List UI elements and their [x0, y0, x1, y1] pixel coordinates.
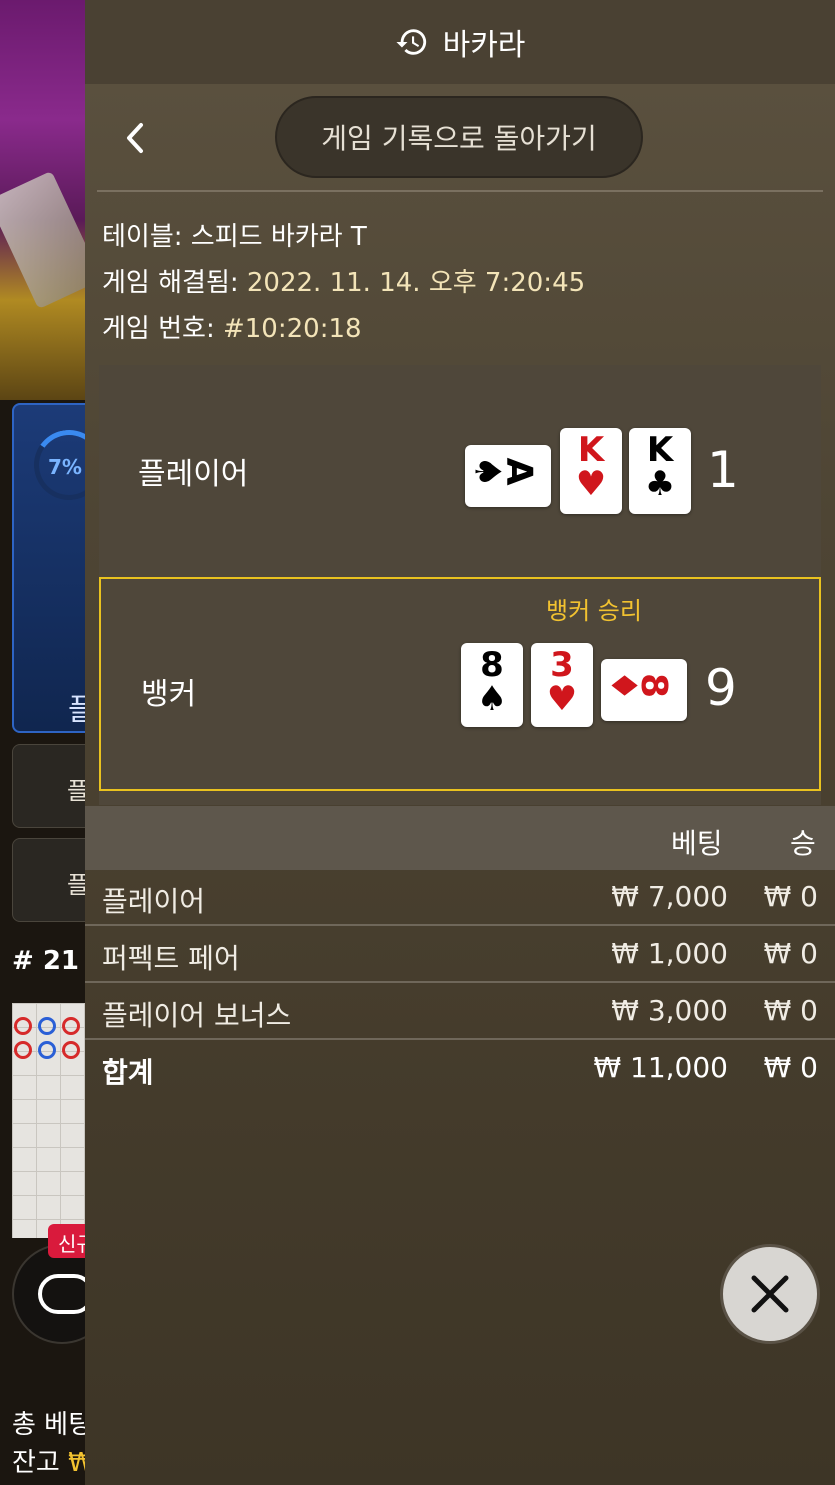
- resolved-info-label: 게임 해결됨:: [102, 268, 247, 298]
- game-history-panel: 바카라 게임 기록으로 돌아가기 테이블: 스피드 바카라 T 게임 해결됨: …: [85, 0, 835, 1485]
- balance-label: 잔고: [12, 1448, 60, 1478]
- bet-column-header: 베팅: [671, 827, 723, 860]
- road-dot: [38, 1041, 56, 1059]
- playing-card: A ♠: [465, 445, 551, 507]
- bet-row: 플레이어 보너스 ₩ 3,000 ₩ 0: [85, 984, 835, 1040]
- bet-amount: ₩ 7,000: [611, 880, 728, 913]
- hands-area: 플레이어 A ♠ K ♥ K ♣ 1 뱅커 승리 뱅커 8 ♠ 3 ♥ 8 ♦ 9: [99, 365, 821, 805]
- bet-name: 플레이어 보너스: [102, 999, 292, 1032]
- banker-win-label: 뱅커 승리: [546, 597, 642, 625]
- card-suit: ♥: [546, 679, 578, 719]
- bet-percentage: 7%: [48, 455, 82, 479]
- playing-card: 3 ♥: [531, 643, 593, 727]
- bet-name: 플레이어: [102, 885, 206, 918]
- card-suit: ♦: [602, 669, 644, 702]
- player-hand-label: 플레이어: [138, 457, 249, 492]
- banker-hand-label: 뱅커: [141, 677, 197, 712]
- game-number-label: 게임 번호:: [102, 314, 223, 344]
- bet-amount: ₩ 3,000: [611, 994, 728, 1027]
- playing-card: K ♥: [560, 428, 622, 514]
- win-amount: ₩ 0: [763, 880, 818, 913]
- bet-amount: ₩ 11,000: [593, 1051, 728, 1084]
- win-column-header: 승: [790, 827, 816, 860]
- history-clock-icon: [396, 29, 426, 55]
- playing-card: K ♣: [629, 428, 691, 514]
- win-amount: ₩ 0: [763, 994, 818, 1027]
- playing-card: 8 ♠: [461, 643, 523, 727]
- table-info-value: 스피드 바카라 T: [190, 222, 367, 252]
- resolved-info-value: 2022. 11. 14. 오후 7:20:45: [246, 268, 586, 298]
- road-dot: [62, 1041, 80, 1059]
- bet-name: 합계: [102, 1056, 154, 1089]
- player-hand: 플레이어 A ♠ K ♥ K ♣ 1: [99, 365, 821, 575]
- card-suit: ♣: [644, 464, 676, 504]
- banker-score: 9: [705, 659, 737, 717]
- bet-total-row: 합계 ₩ 11,000 ₩ 0: [85, 1041, 835, 1097]
- banker-hand: 뱅커 승리 뱅커 8 ♠ 3 ♥ 8 ♦ 9: [99, 577, 821, 791]
- road-dot: [62, 1017, 80, 1035]
- card-suit: ♥: [575, 464, 607, 504]
- live-video-feed: [0, 0, 103, 400]
- panel-title: 바카라: [442, 28, 526, 63]
- road-dot: [14, 1017, 32, 1035]
- total-bet-label: 총 베팅: [12, 1410, 93, 1440]
- win-amount: ₩ 0: [763, 1051, 818, 1084]
- close-button[interactable]: [720, 1244, 820, 1344]
- game-number-value: #10:20:18: [222, 314, 362, 344]
- resolved-info: 게임 해결됨: 2022. 11. 14. 오후 7:20:45: [102, 262, 585, 299]
- card-suit: ♠: [476, 679, 508, 719]
- card-suit: ♠: [466, 455, 508, 488]
- back-to-history-button[interactable]: 게임 기록으로 돌아가기: [275, 96, 643, 178]
- close-x-icon: [751, 1275, 789, 1313]
- playing-card: 8 ♦: [601, 659, 687, 721]
- bet-name: 퍼펙트 페어: [102, 942, 240, 975]
- divider: [97, 190, 823, 192]
- game-number-info: 게임 번호: #10:20:18: [102, 308, 362, 345]
- table-info: 테이블: 스피드 바카라 T: [102, 216, 367, 253]
- round-number: # 21: [12, 946, 80, 976]
- chevron-left-icon: [127, 123, 143, 153]
- bet-row: 퍼펙트 페어 ₩ 1,000 ₩ 0: [85, 927, 835, 983]
- panel-header: 바카라: [85, 0, 835, 84]
- table-info-label: 테이블:: [102, 222, 191, 252]
- bet-amount: ₩ 1,000: [611, 937, 728, 970]
- back-chevron-button[interactable]: [115, 116, 155, 160]
- bets-table-header: 베팅 승: [85, 806, 835, 870]
- player-score: 1: [707, 441, 739, 499]
- bet-row: 플레이어 ₩ 7,000 ₩ 0: [85, 870, 835, 926]
- win-amount: ₩ 0: [763, 937, 818, 970]
- road-dot: [38, 1017, 56, 1035]
- road-dot: [14, 1041, 32, 1059]
